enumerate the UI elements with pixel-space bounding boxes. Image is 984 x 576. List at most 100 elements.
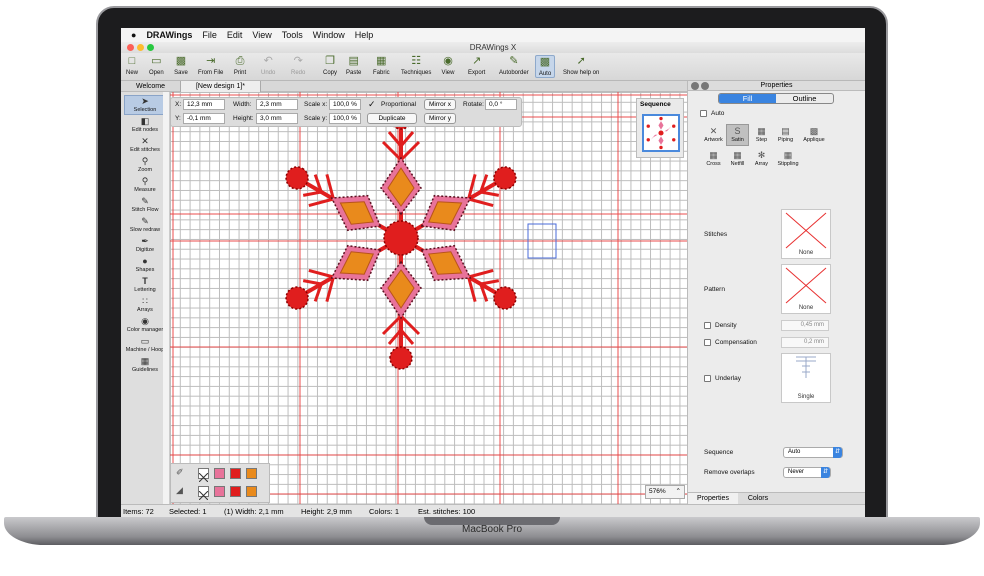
fabric-button[interactable]: ▦ Fabric [373, 55, 390, 76]
menu-bar: ● DRAWings File Edit View Tools Window H… [121, 28, 865, 42]
open-button[interactable]: ▭ Open [149, 55, 164, 76]
auto-checkbox[interactable] [700, 110, 707, 117]
zoom-window-button[interactable] [147, 44, 154, 51]
tool-stitch-flow[interactable]: ✎ Stitch Flow [124, 196, 166, 216]
shapes-icon: ● [142, 256, 148, 266]
duplicate-button[interactable]: Duplicate [367, 113, 417, 124]
menu-app-name[interactable]: DRAWings [146, 30, 192, 40]
stitches-preview[interactable]: None [781, 209, 831, 259]
compensation-field[interactable]: 0,2 mm [781, 337, 829, 348]
type-array[interactable]: ✻ Array [750, 148, 773, 170]
type-applique[interactable]: ▩ Applique [800, 124, 828, 146]
mirror-x-button[interactable]: Mirror x [424, 99, 456, 110]
rotate-field[interactable]: 0,0 ° [485, 99, 517, 110]
fill-tab[interactable]: Fill [719, 94, 776, 103]
tool-guidelines[interactable]: ▦ Guidelines [124, 356, 166, 376]
tab-new-design[interactable]: [New design 1]* [181, 81, 261, 92]
compensation-checkbox[interactable] [704, 339, 711, 346]
type-piping[interactable]: ▤ Piping [774, 124, 797, 146]
y-field[interactable]: -0,1 mm [183, 113, 225, 124]
type-step[interactable]: ▦ Step [750, 124, 773, 146]
copy-label: Copy [323, 70, 338, 76]
proportional-check-icon[interactable]: ✓ [368, 99, 376, 110]
apple-icon[interactable]: ● [131, 30, 136, 40]
minimize-window-button[interactable] [137, 44, 144, 51]
tool-edit-stitches[interactable]: ✕ Edit stitches [124, 136, 166, 156]
tool-machine-hoop[interactable]: ▭ Machine / Hoop [124, 336, 166, 356]
fill-swatch-pink[interactable] [214, 486, 225, 497]
undo-button[interactable]: ↶ Undo [261, 55, 275, 76]
paste-button[interactable]: ▤ Paste [346, 55, 361, 76]
close-panel-icon[interactable] [691, 82, 699, 90]
no-color-swatch[interactable] [198, 468, 209, 483]
scale-y-field[interactable]: 100,0 % [329, 113, 361, 124]
menu-view[interactable]: View [252, 30, 271, 40]
fill-swatch-orange[interactable] [246, 486, 257, 497]
save-button[interactable]: ▩ Save [174, 55, 188, 76]
fill-swatch-red[interactable] [230, 486, 241, 497]
density-checkbox[interactable] [704, 322, 711, 329]
tool-arrays[interactable]: ∷ Arrays [124, 296, 166, 316]
outline-tab[interactable]: Outline [776, 94, 833, 103]
tool-zoom[interactable]: ⚲ Zoom [124, 156, 166, 176]
underlay-preview[interactable]: Single [781, 353, 831, 403]
view-button[interactable]: ◉ View [441, 55, 455, 76]
redo-button[interactable]: ↷ Redo [291, 55, 305, 76]
tool-color-manager[interactable]: ◉ Color manager [124, 316, 166, 336]
new-button[interactable]: □ New [125, 55, 139, 76]
scale-x-field[interactable]: 100,0 % [329, 99, 361, 110]
design-canvas[interactable] [170, 92, 687, 504]
tool-measure[interactable]: ⚲ Measure [124, 176, 166, 196]
autoborder-button[interactable]: ✎ Autoborder [499, 55, 529, 76]
print-button[interactable]: ⎙ Print [233, 55, 247, 76]
pattern-preview[interactable]: None [781, 264, 831, 314]
density-field[interactable]: 0,45 mm [781, 320, 829, 331]
tab-welcome[interactable]: Welcome [121, 81, 181, 92]
none-cross-icon [785, 267, 827, 304]
underlay-checkbox[interactable] [704, 375, 711, 382]
minimize-panel-icon[interactable] [701, 82, 709, 90]
mirror-y-button[interactable]: Mirror y [424, 113, 456, 124]
copy-button[interactable]: ❐ Copy [323, 55, 337, 76]
height-field[interactable]: 3,0 mm [256, 113, 298, 124]
no-fill-swatch[interactable] [198, 486, 209, 501]
zoom-level-control[interactable]: 576% ⌃ [645, 485, 685, 499]
sequence-thumbnail[interactable] [642, 114, 680, 152]
sequence-prop-label: Sequence [704, 449, 734, 456]
tool-shapes[interactable]: ● Shapes [124, 256, 166, 276]
type-artwork[interactable]: ✕ Artwork [702, 124, 725, 146]
width-field[interactable]: 2,3 mm [256, 99, 298, 110]
x-field[interactable]: 12,3 mm [183, 99, 225, 110]
techniques-button[interactable]: ☷ Techniques [401, 55, 431, 76]
menu-tools[interactable]: Tools [282, 30, 303, 40]
swatch-pink[interactable] [214, 468, 225, 479]
type-cross[interactable]: ▦ Cross [702, 148, 725, 170]
menu-help[interactable]: Help [355, 30, 374, 40]
auto-button[interactable]: ▩ Auto [535, 55, 555, 78]
tool-machine-hoop-label: Machine / Hoop [125, 347, 165, 353]
menu-file[interactable]: File [202, 30, 217, 40]
close-window-button[interactable] [127, 44, 134, 51]
tool-edit-nodes[interactable]: ◧ Edit nodes [124, 116, 166, 136]
type-netfill[interactable]: ▦ Netfill [726, 148, 749, 170]
swatch-red[interactable] [230, 468, 241, 479]
chevron-up-icon[interactable]: ⌃ [676, 486, 681, 498]
export-button[interactable]: ↗ Export [468, 55, 485, 76]
menu-edit[interactable]: Edit [227, 30, 243, 40]
swatch-orange[interactable] [246, 468, 257, 479]
sequence-dropdown[interactable]: Auto ⇵ [783, 447, 843, 458]
remove-overlaps-dropdown[interactable]: Never ⇵ [783, 467, 831, 478]
menu-window[interactable]: Window [313, 30, 345, 40]
rotate-label: Rotate: [463, 101, 484, 108]
pen-icon[interactable]: ✐ [176, 467, 184, 478]
type-stippling[interactable]: ▦ Stippling [774, 148, 802, 170]
type-satin[interactable]: S Satin [726, 124, 749, 146]
tool-selection[interactable]: ➤ Selection [124, 95, 166, 115]
from-file-button[interactable]: ⇥ From File [198, 55, 223, 76]
tool-slow-redraw[interactable]: ✎ Slow redraw [124, 216, 166, 236]
tool-digitize[interactable]: ✒ Digitize [124, 236, 166, 256]
tool-lettering[interactable]: T Lettering [124, 276, 166, 296]
paste-label: Paste [346, 70, 362, 76]
fill-bucket-icon[interactable]: ◢ [176, 485, 183, 496]
show-help-button[interactable]: ➚ Show help on [563, 55, 599, 76]
